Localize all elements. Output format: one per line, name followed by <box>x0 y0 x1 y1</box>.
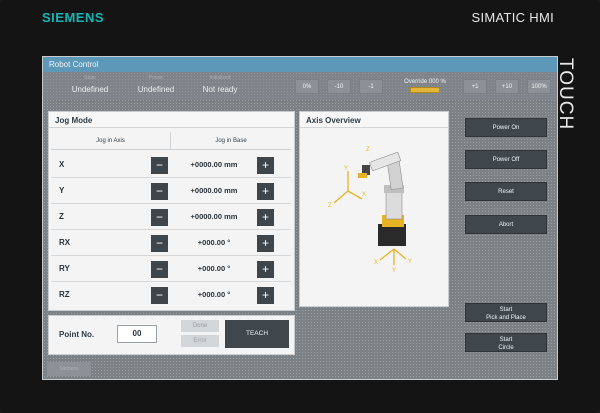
start-circle-button[interactable]: Start Circle <box>465 333 547 352</box>
start-pick-line1: Start <box>499 307 513 313</box>
axis-value: +0000.00 mm <box>190 160 238 169</box>
jog-rz-minus-button[interactable]: − <box>151 287 168 304</box>
abort-button[interactable]: Abort <box>465 215 547 234</box>
start-pick-and-place-button[interactable]: Start Pick and Place <box>465 303 547 322</box>
status-power-value: Undefined <box>137 85 175 94</box>
status-bar: State Undefined Power Undefined Initiali… <box>43 72 557 100</box>
jog-ry-plus-button[interactable]: + <box>257 261 274 278</box>
power-off-button[interactable]: Power Off <box>465 150 547 169</box>
hmi-screen: Robot Control State Undefined Power Unde… <box>42 56 558 380</box>
point-no-label: Point No. <box>59 330 95 339</box>
override-level-bar <box>410 87 440 93</box>
status-state-value: Undefined <box>71 85 109 94</box>
axis-name: Y <box>59 186 65 195</box>
jog-row-ry: RY − +000.00 ° + <box>51 256 291 282</box>
axis-y-label-top: Y <box>344 166 348 172</box>
axis-x-label-top: X <box>362 192 366 198</box>
tab-jog-in-base[interactable]: Jog in Base <box>171 132 291 150</box>
jog-mode-panel: Jog Mode Jog in Axis Jog in Base X − +00… <box>48 111 295 311</box>
axis-value: +0000.00 mm <box>190 186 238 195</box>
override-100-button[interactable]: 100% <box>527 79 551 94</box>
touch-label: TOUCH <box>555 58 576 131</box>
brand-logo: SIEMENS <box>42 10 105 25</box>
axis-name: Z <box>59 212 64 221</box>
jog-ry-minus-button[interactable]: − <box>151 261 168 278</box>
hmi-device: SIEMENS SIMATIC HMI TOUCH Robot Control … <box>0 0 600 413</box>
done-indicator: Done <box>181 320 219 332</box>
jog-row-rx: RX − +000.00 ° + <box>51 230 291 256</box>
jog-y-plus-button[interactable]: + <box>257 183 274 200</box>
power-on-button[interactable]: Power On <box>465 118 547 137</box>
axis-name: X <box>59 160 65 169</box>
jog-row-y: Y − +0000.00 mm + <box>51 178 291 204</box>
jog-y-minus-button[interactable]: − <box>151 183 168 200</box>
jog-z-plus-button[interactable]: + <box>257 209 274 226</box>
status-power: Power Undefined <box>121 75 191 94</box>
model-label: SIMATIC HMI <box>471 10 554 25</box>
jog-rx-plus-button[interactable]: + <box>257 235 274 252</box>
tab-jog-in-axis[interactable]: Jog in Axis <box>51 132 171 150</box>
jog-row-z: Z − +0000.00 mm + <box>51 204 291 230</box>
override-0-button[interactable]: 0% <box>295 79 319 94</box>
error-indicator: Error <box>181 335 219 347</box>
window-title: Robot Control <box>43 57 557 72</box>
axis-y-label-base: Y <box>408 259 412 265</box>
jog-z-minus-button[interactable]: − <box>151 209 168 226</box>
point-no-input[interactable]: 00 <box>117 325 157 343</box>
jog-rx-minus-button[interactable]: − <box>151 235 168 252</box>
axis-name: RZ <box>59 290 70 299</box>
axis-value: +000.00 ° <box>197 264 231 273</box>
teach-button[interactable]: TEACH <box>225 320 289 348</box>
axis-z-label-tool: Z <box>366 147 370 153</box>
jog-mode-title: Jog Mode <box>49 112 294 128</box>
override-minus10-button[interactable]: -10 <box>327 79 351 94</box>
status-state-label: State <box>84 75 96 81</box>
axis-overview-title: Axis Overview <box>300 112 448 128</box>
axis-y-label-base2: Y <box>392 268 396 274</box>
axis-x-label-base: X <box>374 260 378 266</box>
jog-x-minus-button[interactable]: − <box>151 157 168 174</box>
axis-overview-panel: Axis Overview Y X Z Z Y X Y <box>299 111 449 307</box>
axis-z-label-top: Z <box>328 203 332 209</box>
status-state: State Undefined <box>55 75 125 94</box>
robot-arm-illustration: Y X Z Z Y X Y <box>300 129 448 305</box>
override-label: Override 000 % <box>404 79 446 85</box>
reset-button[interactable]: Reset <box>465 182 547 201</box>
jog-rz-plus-button[interactable]: + <box>257 287 274 304</box>
status-initialized: Initialized Not ready <box>185 75 255 94</box>
override-minus1-button[interactable]: -1 <box>359 79 383 94</box>
point-panel: Point No. 00 Done Error TEACH <box>48 315 295 355</box>
status-power-label: Power <box>148 75 164 81</box>
axis-name: RX <box>59 238 71 247</box>
start-circle-line2: Circle <box>498 345 514 351</box>
start-pick-line2: Pick and Place <box>486 315 526 321</box>
axis-value: +000.00 ° <box>197 238 231 247</box>
jog-row-rz: RZ − +000.00 ° + <box>51 282 291 308</box>
status-initialized-label: Initialized <box>209 75 231 81</box>
override-display: Override 000 % <box>393 79 457 101</box>
jog-x-plus-button[interactable]: + <box>257 157 274 174</box>
axis-value: +0000.00 mm <box>190 212 238 221</box>
override-plus10-button[interactable]: +10 <box>495 79 519 94</box>
start-circle-line1: Start <box>499 337 513 343</box>
axis-name: RY <box>59 264 70 273</box>
bottom-tab[interactable]: Siemens <box>47 362 91 376</box>
override-plus1-button[interactable]: +1 <box>463 79 487 94</box>
status-initialized-value: Not ready <box>202 85 238 94</box>
axis-value: +000.00 ° <box>197 290 231 299</box>
jog-row-x: X − +0000.00 mm + <box>51 152 291 178</box>
